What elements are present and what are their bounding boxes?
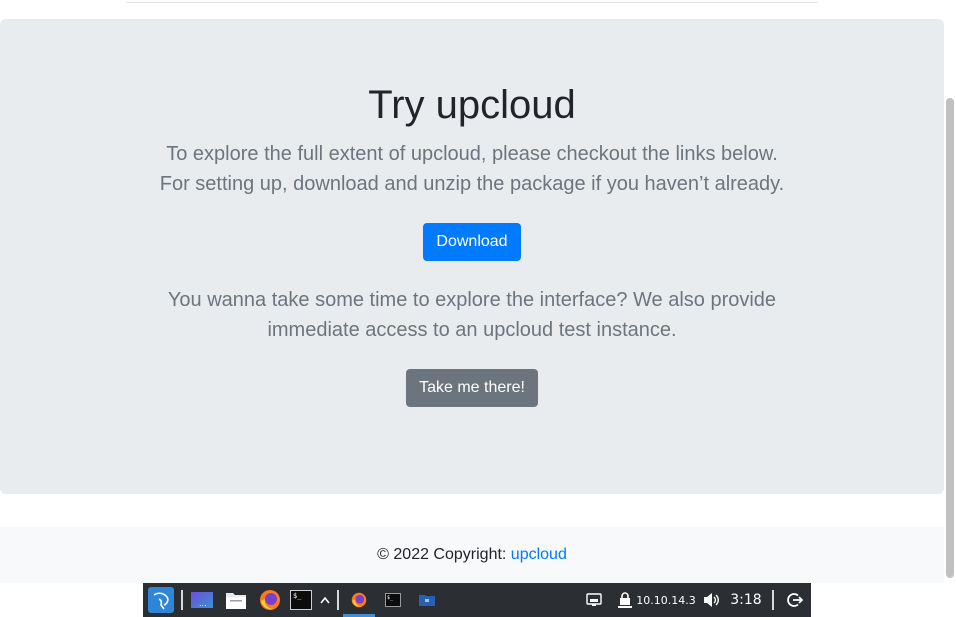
- take-me-there-button[interactable]: Take me there!: [406, 369, 538, 407]
- hero-lead-line-1: To explore the full extent of upcloud, p…: [166, 143, 778, 165]
- clock[interactable]: 3:18: [729, 583, 763, 617]
- svg-text:$_: $_: [293, 592, 302, 600]
- taskbar-separator: [772, 590, 774, 610]
- footer-upcloud-link[interactable]: upcloud: [511, 546, 567, 563]
- file-manager-icon[interactable]: [223, 583, 249, 617]
- terminal-task-icon[interactable]: $_: [379, 583, 407, 617]
- display-icon[interactable]: [583, 583, 605, 617]
- vpn-lock-icon[interactable]: [615, 583, 635, 617]
- svg-text:$_: $_: [387, 595, 394, 601]
- explore-line-2: immediate access to an upcloud test inst…: [267, 319, 677, 341]
- workspace-icon[interactable]: ...: [189, 583, 215, 617]
- hero-lead-line-2: For setting up, download and unzip the p…: [159, 173, 785, 195]
- terminal-icon[interactable]: $_: [289, 583, 313, 617]
- taskbar-separator: [181, 590, 183, 610]
- folder-task-icon[interactable]: [413, 583, 441, 617]
- hero-lead: To explore the full extent of upcloud, p…: [0, 139, 944, 199]
- download-button[interactable]: Download: [423, 223, 521, 261]
- page-footer: © 2022 Copyright: upcloud: [0, 527, 944, 583]
- ip-address: 10.10.14.3: [636, 593, 696, 607]
- firefox-icon[interactable]: [257, 583, 283, 617]
- explore-line-1: You wanna take some time to explore the …: [167, 289, 777, 311]
- hero-title: Try upcloud: [368, 83, 576, 127]
- scrollbar-thumb[interactable]: [946, 98, 954, 578]
- volume-icon[interactable]: [701, 583, 723, 617]
- hero-section: Try upcloud To explore the full extent o…: [0, 19, 944, 494]
- kali-menu-icon[interactable]: [147, 583, 175, 617]
- taskbar: ... $_ $_ 10.10.14.3 3:18: [143, 583, 811, 617]
- firefox-task-icon[interactable]: [343, 583, 375, 617]
- logout-icon[interactable]: [785, 583, 805, 617]
- copyright-text: © 2022 Copyright:: [377, 546, 511, 563]
- explore-text: You wanna take some time to explore the …: [0, 285, 944, 345]
- overflow-chevron-icon[interactable]: [317, 583, 333, 617]
- svg-text:...: ...: [199, 599, 207, 608]
- taskbar-separator: [337, 590, 339, 610]
- top-divider: [126, 0, 818, 3]
